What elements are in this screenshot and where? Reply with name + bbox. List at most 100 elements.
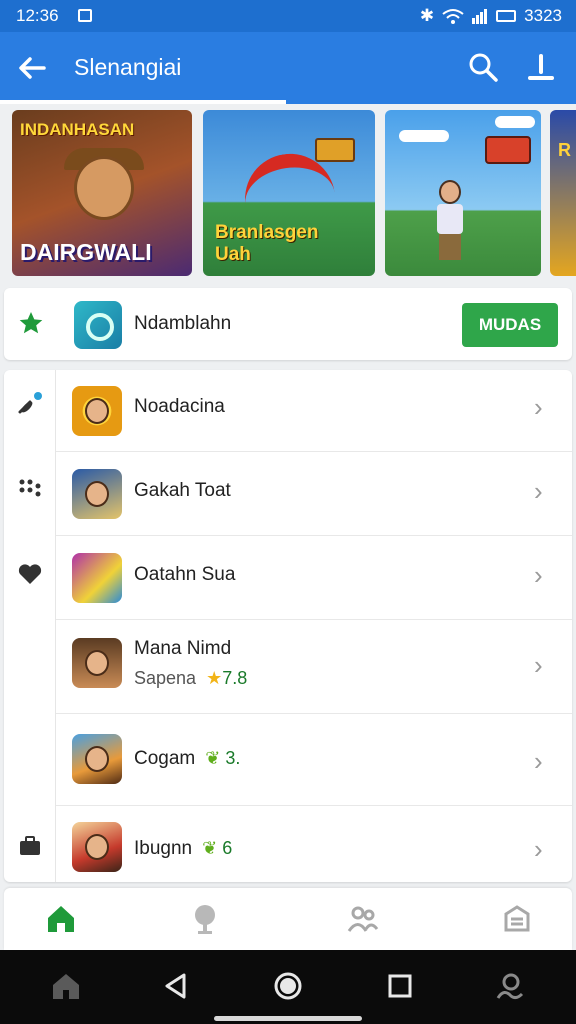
side-rail bbox=[4, 370, 56, 882]
triangle-back-icon bbox=[165, 973, 186, 999]
square-recents-icon bbox=[388, 974, 412, 998]
banner-2-title: Branlasgen Uah bbox=[215, 222, 318, 266]
download-button[interactable] bbox=[524, 50, 558, 84]
dots-icon[interactable] bbox=[16, 474, 44, 502]
podcast-icon bbox=[195, 905, 215, 934]
banner-carousel[interactable]: INDANHASAN DAIRGWALI Branlasgen Uah R bbox=[0, 104, 576, 282]
chevron-right-icon: › bbox=[534, 650, 543, 680]
back-button[interactable] bbox=[14, 50, 50, 86]
arrow-left-icon bbox=[19, 57, 46, 79]
app-icon bbox=[72, 822, 122, 872]
banner-2-line2: Uah bbox=[215, 244, 251, 265]
rating: ❦ 6 bbox=[202, 838, 232, 858]
app-list-card: Noadacina › Gakah Toat › Oatahn Sua › Ma… bbox=[4, 370, 572, 882]
developer-name: Sapena bbox=[134, 668, 197, 688]
banner-4[interactable]: R bbox=[550, 110, 576, 276]
system-assistant-button[interactable] bbox=[494, 970, 526, 1002]
chevron-right-icon: › bbox=[534, 476, 543, 506]
satellite-icon[interactable] bbox=[16, 390, 44, 418]
app-name: Cogam bbox=[134, 748, 196, 769]
nav-bank[interactable] bbox=[500, 902, 534, 936]
list-item[interactable]: Oatahn Sua › bbox=[56, 536, 572, 620]
assistant-icon bbox=[496, 973, 524, 1000]
star-icon bbox=[18, 310, 44, 336]
list-item-subtitle: Sapena ★7.8 bbox=[134, 668, 247, 689]
list-item-title: Cogam ❦ 3. bbox=[134, 748, 240, 770]
list-item-title: Gakah Toat bbox=[134, 480, 231, 501]
briefcase-icon[interactable] bbox=[16, 832, 44, 860]
banner-2[interactable]: Branlasgen Uah bbox=[203, 110, 375, 276]
system-home-button[interactable] bbox=[50, 970, 82, 1002]
wifi-icon bbox=[442, 9, 464, 24]
banner-1-title: INDANHASAN bbox=[20, 120, 135, 139]
heart-icon[interactable] bbox=[16, 560, 44, 588]
cloud-graphic bbox=[495, 116, 535, 128]
system-back-button[interactable] bbox=[160, 970, 192, 1002]
system-home-circle-button[interactable] bbox=[272, 970, 304, 1002]
chevron-right-icon: › bbox=[534, 392, 543, 422]
install-button[interactable]: MUDAS bbox=[462, 303, 558, 347]
download-icon bbox=[528, 54, 554, 80]
app-icon bbox=[72, 638, 122, 688]
list-item[interactable]: Gakah Toat › bbox=[56, 452, 572, 536]
list-item[interactable]: Mana Nimd Sapena ★7.8 › bbox=[56, 620, 572, 714]
character-face bbox=[85, 746, 109, 772]
app-name: Ibugnn bbox=[134, 838, 193, 859]
status-bar: 12:36 ✱ 3323 bbox=[0, 0, 576, 32]
cloud-graphic bbox=[399, 130, 449, 142]
chevron-right-icon: › bbox=[534, 560, 543, 590]
search-button[interactable] bbox=[466, 50, 500, 84]
app-icon bbox=[72, 469, 122, 519]
rating: ★7.8 bbox=[206, 668, 247, 688]
status-icons: ✱ 3323 bbox=[420, 6, 562, 26]
banner-2-line1: Branlasgen bbox=[215, 222, 319, 243]
character-body bbox=[437, 204, 463, 234]
character-face bbox=[85, 834, 109, 860]
status-time: 12:36 bbox=[16, 6, 59, 25]
bluetooth-icon: ✱ bbox=[419, 6, 435, 25]
character-face bbox=[85, 650, 109, 676]
battery-icon bbox=[496, 10, 517, 22]
featured-app-card[interactable]: Ndamblahn MUDAS bbox=[4, 288, 572, 360]
search-icon bbox=[469, 53, 498, 82]
app-icon bbox=[72, 386, 122, 436]
list-item[interactable]: Ibugnn ❦ 6 › bbox=[56, 806, 572, 882]
banner-4-title: R bbox=[558, 140, 571, 160]
system-navigation bbox=[0, 950, 576, 1024]
list-item-title: Ibugnn ❦ 6 bbox=[134, 838, 232, 860]
list-item-title: Mana Nimd bbox=[134, 638, 232, 659]
app-icon bbox=[72, 734, 122, 784]
rating-value: 3. bbox=[225, 748, 241, 768]
character-legs bbox=[439, 234, 461, 260]
leaf-icon: ❦ bbox=[205, 748, 221, 768]
bank-icon bbox=[504, 905, 530, 932]
page-title: Slenangiai bbox=[74, 54, 182, 80]
character-graphic bbox=[74, 156, 134, 220]
list-item-title: Noadacina bbox=[134, 396, 225, 417]
character-face bbox=[85, 481, 109, 507]
nav-people[interactable] bbox=[346, 902, 380, 936]
banner-3[interactable] bbox=[385, 110, 541, 276]
character-head bbox=[439, 180, 461, 204]
chevron-right-icon: › bbox=[534, 746, 543, 776]
character-face bbox=[85, 398, 109, 424]
character-graphic bbox=[435, 180, 465, 260]
banner-1[interactable]: INDANHASAN DAIRGWALI bbox=[12, 110, 192, 276]
system-recents-button[interactable] bbox=[384, 970, 416, 1002]
app-bar: Slenangiai bbox=[0, 32, 576, 104]
nav-podcast[interactable] bbox=[188, 902, 222, 936]
list-item[interactable]: Cogam ❦ 3. › bbox=[56, 714, 572, 806]
truck-graphic bbox=[315, 138, 355, 162]
rating: ❦ 3. bbox=[205, 748, 240, 768]
list-item[interactable]: Noadacina › bbox=[56, 370, 572, 452]
leaf-icon: ❦ bbox=[202, 838, 218, 858]
notification-icon bbox=[78, 9, 92, 22]
house-icon bbox=[53, 974, 79, 999]
rating-value: 6 bbox=[222, 838, 233, 858]
nav-home[interactable] bbox=[44, 902, 78, 936]
gesture-pill[interactable] bbox=[214, 1016, 362, 1021]
signal-icon bbox=[472, 9, 488, 24]
banner-1-subtitle: DAIRGWALI bbox=[20, 239, 152, 265]
app-icon bbox=[72, 553, 122, 603]
star-icon: ★ bbox=[206, 668, 223, 688]
